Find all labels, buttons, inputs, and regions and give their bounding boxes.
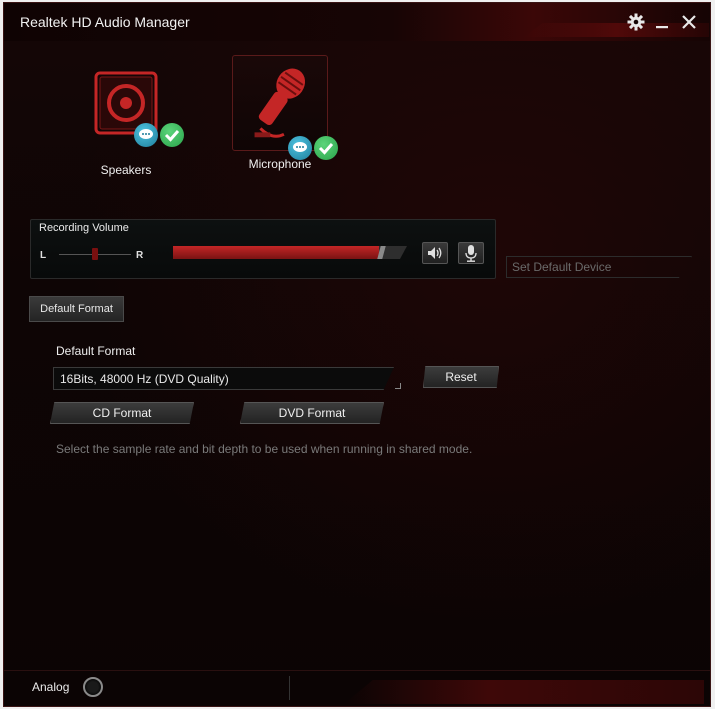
cd-format-button[interactable]: CD Format <box>50 402 194 424</box>
reset-button[interactable]: Reset <box>423 366 499 388</box>
analog-label: Analog <box>32 680 70 694</box>
recording-volume-title: Recording Volume <box>39 222 129 234</box>
speaker-volume-icon <box>428 247 442 259</box>
tab-default-format[interactable]: Default Format <box>29 296 124 322</box>
device-speakers[interactable]: Speakers <box>61 61 191 177</box>
default-format-heading: Default Format <box>56 344 136 358</box>
minimize-icon[interactable] <box>651 11 673 33</box>
mic-boost-button[interactable] <box>458 242 484 264</box>
check-badge-icon <box>160 123 184 147</box>
dropdown-grip-icon <box>684 270 691 277</box>
device-microphone[interactable]: Microphone <box>215 55 345 171</box>
close-icon[interactable] <box>678 11 700 33</box>
dropdown-grip-icon <box>395 383 401 389</box>
device-tile-speakers <box>78 61 184 157</box>
device-label-speakers: Speakers <box>100 163 152 177</box>
footer-divider-line <box>4 670 710 671</box>
check-badge-icon <box>314 136 338 160</box>
balance-left-label: L <box>40 250 47 261</box>
mic-boost-icon <box>465 245 477 262</box>
microphone-icon <box>254 68 306 138</box>
volume-slider[interactable] <box>173 246 407 259</box>
set-default-device-label: Set Default Device <box>512 260 612 274</box>
audio-manager-window: Realtek HD Audio Manager Speakers Microp… <box>3 2 711 707</box>
chat-badge-icon <box>288 136 312 160</box>
window-title: Realtek HD Audio Manager <box>20 14 190 30</box>
default-format-value: 16Bits, 48000 Hz (DVD Quality) <box>60 372 229 386</box>
set-default-device-dropdown[interactable]: Set Default Device <box>506 256 692 278</box>
format-hint-text: Select the sample rate and bit depth to … <box>56 442 473 456</box>
balance-right-label: R <box>136 250 144 261</box>
footer-decoration <box>344 680 704 704</box>
title-bar[interactable]: Realtek HD Audio Manager <box>4 3 710 41</box>
gear-icon[interactable] <box>625 11 647 33</box>
chat-badge-icon <box>134 123 158 147</box>
recording-volume-panel: Recording Volume L R <box>30 219 496 279</box>
dvd-format-button[interactable]: DVD Format <box>240 402 384 424</box>
device-tile-microphone <box>232 55 338 160</box>
footer-bar: Analog <box>4 670 710 706</box>
mute-button[interactable] <box>422 242 448 264</box>
analog-connector-icon[interactable] <box>83 677 103 697</box>
volume-slider-fill <box>173 246 379 259</box>
balance-slider-thumb[interactable] <box>92 248 98 260</box>
footer-separator <box>289 676 290 700</box>
default-format-select[interactable]: 16Bits, 48000 Hz (DVD Quality) <box>53 367 395 390</box>
